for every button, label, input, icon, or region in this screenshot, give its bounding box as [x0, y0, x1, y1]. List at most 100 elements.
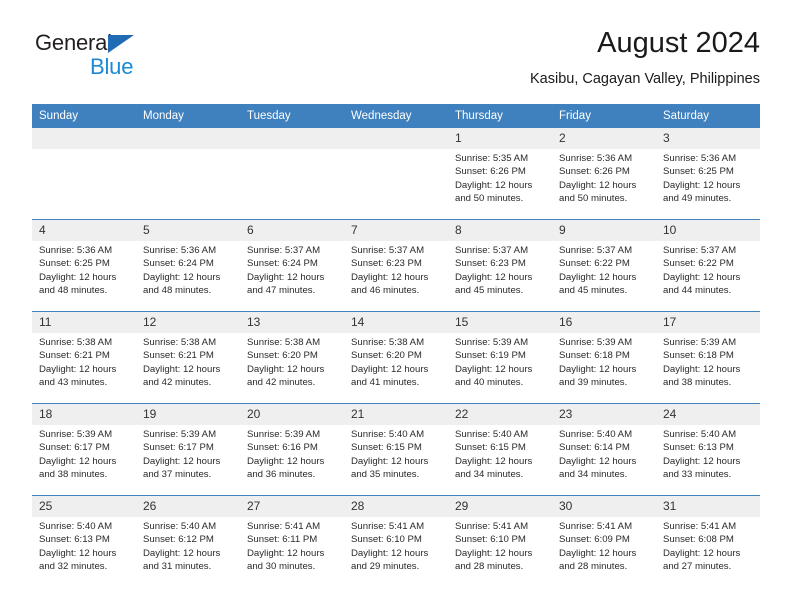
general-blue-logo: General Blue — [32, 26, 232, 88]
sunrise-text: Sunrise: 5:40 AM — [351, 429, 425, 440]
day-cell-inner: 16 Sunrise: 5:39 AM Sunset: 6:18 PM Dayligh… — [552, 312, 656, 403]
day-cell-inner: 30 Sunrise: 5:41 AM Sunset: 6:09 PM Dayligh… — [552, 496, 656, 587]
day-cell-inner — [136, 128, 240, 219]
daylight-text: Daylight: 12 hours and 34 minutes. — [559, 455, 637, 480]
calendar-day-cell[interactable]: 26 Sunrise: 5:40 AM Sunset: 6:12 PM Dayligh… — [136, 495, 240, 587]
day-number: 14 — [344, 312, 448, 333]
calendar-day-cell[interactable]: 25 Sunrise: 5:40 AM Sunset: 6:13 PM Dayligh… — [32, 495, 136, 587]
sunset-text: Sunset: 6:08 PM — [663, 534, 734, 546]
day-number: 4 — [32, 220, 136, 241]
day-cell-inner: 27 Sunrise: 5:41 AM Sunset: 6:11 PM Dayligh… — [240, 496, 344, 587]
sunrise-text: Sunrise: 5:41 AM — [455, 521, 529, 532]
sunset-text: Sunset: 6:23 PM — [455, 258, 526, 270]
sunrise-text: Sunrise: 5:37 AM — [663, 245, 737, 256]
calendar-day-cell[interactable]: 5 Sunrise: 5:36 AM Sunset: 6:24 PM Daylight… — [136, 219, 240, 312]
calendar-day-cell[interactable]: 21 Sunrise: 5:40 AM Sunset: 6:15 PM Dayligh… — [344, 403, 448, 496]
sunrise-text: Sunrise: 5:38 AM — [143, 337, 217, 348]
calendar-day-cell[interactable]: 3 Sunrise: 5:36 AM Sunset: 6:25 PM Daylight… — [656, 127, 760, 220]
day-sun-info: Sunrise: 5:41 AM Sunset: 6:10 PM Daylight:… — [448, 517, 552, 573]
day-sun-info: Sunrise: 5:36 AM Sunset: 6:25 PM Daylight:… — [656, 149, 760, 205]
daylight-text: Daylight: 12 hours and 50 minutes. — [455, 179, 533, 204]
calendar-day-cell[interactable]: 6 Sunrise: 5:37 AM Sunset: 6:24 PM Daylight… — [240, 219, 344, 312]
calendar-week-row: 25 Sunrise: 5:40 AM Sunset: 6:13 PM Dayligh… — [32, 495, 760, 587]
day-sun-info: Sunrise: 5:40 AM Sunset: 6:14 PM Daylight:… — [552, 425, 656, 481]
day-number: 31 — [656, 496, 760, 517]
sunset-text: Sunset: 6:26 PM — [455, 166, 526, 178]
sunset-text: Sunset: 6:21 PM — [39, 350, 110, 362]
calendar-day-cell[interactable]: 2 Sunrise: 5:36 AM Sunset: 6:26 PM Daylight… — [552, 127, 656, 220]
page-title: August 2024 — [597, 27, 760, 59]
day-sun-info: Sunrise: 5:40 AM Sunset: 6:13 PM Daylight:… — [656, 425, 760, 481]
day-cell-inner: 5 Sunrise: 5:36 AM Sunset: 6:24 PM Daylight… — [136, 220, 240, 311]
sunrise-text: Sunrise: 5:39 AM — [143, 429, 217, 440]
day-number: 30 — [552, 496, 656, 517]
calendar-day-cell[interactable]: 11 Sunrise: 5:38 AM Sunset: 6:21 PM Dayligh… — [32, 311, 136, 404]
calendar-day-cell[interactable]: 18 Sunrise: 5:39 AM Sunset: 6:17 PM Dayligh… — [32, 403, 136, 496]
calendar-day-cell[interactable]: 23 Sunrise: 5:40 AM Sunset: 6:14 PM Dayligh… — [552, 403, 656, 496]
day-number — [136, 128, 240, 149]
day-cell-inner: 28 Sunrise: 5:41 AM Sunset: 6:10 PM Dayligh… — [344, 496, 448, 587]
day-sun-info: Sunrise: 5:40 AM Sunset: 6:15 PM Daylight:… — [344, 425, 448, 481]
calendar-day-cell[interactable]: 13 Sunrise: 5:38 AM Sunset: 6:20 PM Dayligh… — [240, 311, 344, 404]
day-sun-info: Sunrise: 5:38 AM Sunset: 6:21 PM Daylight:… — [136, 333, 240, 389]
sunset-text: Sunset: 6:10 PM — [455, 534, 526, 546]
calendar-day-cell[interactable]: 16 Sunrise: 5:39 AM Sunset: 6:18 PM Dayligh… — [552, 311, 656, 404]
sunset-text: Sunset: 6:12 PM — [143, 534, 214, 546]
sunrise-text: Sunrise: 5:38 AM — [39, 337, 113, 348]
day-number: 6 — [240, 220, 344, 241]
calendar-day-cell[interactable]: 19 Sunrise: 5:39 AM Sunset: 6:17 PM Dayligh… — [136, 403, 240, 496]
day-sun-info: Sunrise: 5:38 AM Sunset: 6:20 PM Daylight:… — [240, 333, 344, 389]
calendar-day-cell[interactable]: 30 Sunrise: 5:41 AM Sunset: 6:09 PM Dayligh… — [552, 495, 656, 587]
calendar-day-cell[interactable]: 22 Sunrise: 5:40 AM Sunset: 6:15 PM Dayligh… — [448, 403, 552, 496]
calendar-day-cell[interactable]: 28 Sunrise: 5:41 AM Sunset: 6:10 PM Dayligh… — [344, 495, 448, 587]
sunrise-text: Sunrise: 5:37 AM — [247, 245, 321, 256]
sunset-text: Sunset: 6:24 PM — [143, 258, 214, 270]
calendar-day-cell[interactable]: 17 Sunrise: 5:39 AM Sunset: 6:18 PM Dayligh… — [656, 311, 760, 404]
sunrise-text: Sunrise: 5:39 AM — [39, 429, 113, 440]
day-cell-inner: 29 Sunrise: 5:41 AM Sunset: 6:10 PM Dayligh… — [448, 496, 552, 587]
calendar-day-cell[interactable]: 4 Sunrise: 5:36 AM Sunset: 6:25 PM Daylight… — [32, 219, 136, 312]
day-number: 13 — [240, 312, 344, 333]
logo-text-blue: Blue — [90, 54, 134, 79]
weekday-header-friday: Friday — [552, 104, 656, 128]
calendar-day-cell[interactable]: 24 Sunrise: 5:40 AM Sunset: 6:13 PM Dayligh… — [656, 403, 760, 496]
day-cell-inner: 7 Sunrise: 5:37 AM Sunset: 6:23 PM Daylight… — [344, 220, 448, 311]
calendar-day-cell[interactable]: 20 Sunrise: 5:39 AM Sunset: 6:16 PM Dayligh… — [240, 403, 344, 496]
sunrise-text: Sunrise: 5:37 AM — [559, 245, 633, 256]
sunset-text: Sunset: 6:25 PM — [663, 166, 734, 178]
calendar-day-cell[interactable]: 27 Sunrise: 5:41 AM Sunset: 6:11 PM Dayligh… — [240, 495, 344, 587]
calendar-day-cell[interactable]: 14 Sunrise: 5:38 AM Sunset: 6:20 PM Dayligh… — [344, 311, 448, 404]
day-sun-info: Sunrise: 5:39 AM Sunset: 6:18 PM Daylight:… — [656, 333, 760, 389]
logo-text-general: General — [35, 30, 112, 55]
day-number — [240, 128, 344, 149]
day-number: 8 — [448, 220, 552, 241]
day-number: 11 — [32, 312, 136, 333]
calendar-day-cell[interactable]: 31 Sunrise: 5:41 AM Sunset: 6:08 PM Dayligh… — [656, 495, 760, 587]
sunset-text: Sunset: 6:23 PM — [351, 258, 422, 270]
calendar-day-cell[interactable]: 12 Sunrise: 5:38 AM Sunset: 6:21 PM Dayligh… — [136, 311, 240, 404]
day-sun-info: Sunrise: 5:38 AM Sunset: 6:20 PM Daylight:… — [344, 333, 448, 389]
sunset-text: Sunset: 6:09 PM — [559, 534, 630, 546]
calendar-day-cell[interactable]: 29 Sunrise: 5:41 AM Sunset: 6:10 PM Dayligh… — [448, 495, 552, 587]
calendar-day-cell[interactable]: 10 Sunrise: 5:37 AM Sunset: 6:22 PM Dayligh… — [656, 219, 760, 312]
sunrise-text: Sunrise: 5:39 AM — [247, 429, 321, 440]
weekday-header-thursday: Thursday — [448, 104, 552, 128]
day-cell-inner: 8 Sunrise: 5:37 AM Sunset: 6:23 PM Daylight… — [448, 220, 552, 311]
day-sun-info: Sunrise: 5:39 AM Sunset: 6:17 PM Daylight:… — [32, 425, 136, 481]
day-number: 9 — [552, 220, 656, 241]
daylight-text: Daylight: 12 hours and 48 minutes. — [39, 271, 117, 296]
sunset-text: Sunset: 6:22 PM — [663, 258, 734, 270]
calendar-day-cell[interactable]: 7 Sunrise: 5:37 AM Sunset: 6:23 PM Daylight… — [344, 219, 448, 312]
day-number: 10 — [656, 220, 760, 241]
day-number: 2 — [552, 128, 656, 149]
calendar-day-cell[interactable]: 15 Sunrise: 5:39 AM Sunset: 6:19 PM Dayligh… — [448, 311, 552, 404]
calendar-day-cell[interactable]: 1 Sunrise: 5:35 AM Sunset: 6:26 PM Daylight… — [448, 127, 552, 220]
calendar-day-cell[interactable]: 9 Sunrise: 5:37 AM Sunset: 6:22 PM Daylight… — [552, 219, 656, 312]
sunset-text: Sunset: 6:17 PM — [39, 442, 110, 454]
daylight-text: Daylight: 12 hours and 44 minutes. — [663, 271, 741, 296]
daylight-text: Daylight: 12 hours and 28 minutes. — [455, 547, 533, 572]
day-number: 24 — [656, 404, 760, 425]
day-number — [32, 128, 136, 149]
day-cell-inner: 3 Sunrise: 5:36 AM Sunset: 6:25 PM Daylight… — [656, 128, 760, 219]
calendar-day-cell[interactable]: 8 Sunrise: 5:37 AM Sunset: 6:23 PM Daylight… — [448, 219, 552, 312]
